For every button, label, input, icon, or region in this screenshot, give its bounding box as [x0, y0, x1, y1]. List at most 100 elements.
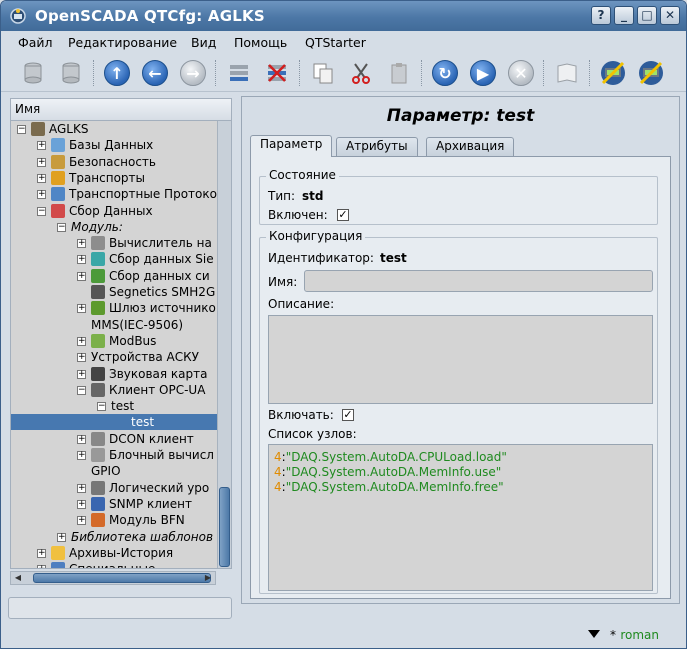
minimize-icon: _	[621, 8, 627, 22]
db-load-button[interactable]	[18, 58, 48, 88]
tree-vertical-scrollbar[interactable]	[217, 121, 231, 568]
nodes-list-field[interactable]: 4:"DAQ.System.AutoDA.CPULoad.load" 4:"DA…	[268, 444, 653, 591]
expand-icon[interactable]: +	[77, 304, 86, 314]
expand-icon[interactable]: +	[77, 271, 86, 281]
tree-item[interactable]: + Библиотека шаблонов	[11, 529, 219, 545]
expand-icon[interactable]: +	[77, 336, 86, 346]
enabled-checkbox[interactable]: ✓	[337, 209, 349, 221]
expand-icon[interactable]: +	[37, 173, 46, 183]
back-button[interactable]: ←	[140, 58, 170, 88]
expand-icon[interactable]: +	[77, 255, 86, 265]
tab-attributes[interactable]: Атрибуты	[336, 137, 418, 156]
delete-item-button[interactable]	[262, 58, 292, 88]
tree-item[interactable]: MMS(IEC-9506)	[11, 317, 219, 333]
menu-qtstarter[interactable]: QTStarter	[305, 35, 366, 50]
tree-item-label: Устройства АСКУ	[91, 350, 199, 365]
tree-item[interactable]: − Клиент OPC-UA	[11, 382, 219, 398]
expand-icon[interactable]: +	[77, 451, 86, 460]
menu-view[interactable]: Вид	[191, 35, 216, 50]
tree-item[interactable]: + Базы Данных	[11, 137, 219, 153]
node-address: "DAQ.System.AutoDA.CPULoad.load"	[285, 450, 507, 464]
add-item-button[interactable]	[224, 58, 254, 88]
tree-item[interactable]: + Транспортные Протоко	[11, 186, 219, 202]
expand-icon[interactable]: +	[77, 516, 86, 526]
about-program-button[interactable]	[598, 58, 628, 88]
name-field[interactable]	[304, 270, 653, 292]
expand-icon[interactable]: +	[57, 532, 66, 542]
minimize-button[interactable]: _	[614, 6, 634, 25]
start-button[interactable]: ▶	[468, 58, 498, 88]
tree-item[interactable]: + Логический уро	[11, 480, 219, 496]
panel-splitter[interactable]	[236, 98, 240, 618]
tree-header[interactable]: Имя	[10, 98, 232, 120]
menu-file[interactable]: Файл	[18, 35, 53, 50]
collapse-icon[interactable]: −	[57, 222, 66, 232]
tree-item[interactable]: + Безопасность	[11, 154, 219, 170]
to-enable-checkbox[interactable]: ✓	[342, 409, 354, 421]
collapse-icon[interactable]: −	[77, 385, 86, 395]
tree-item[interactable]: + ModBus	[11, 333, 219, 349]
tree-item[interactable]: − AGLKS	[11, 121, 219, 137]
scroll-left-icon[interactable]: ◀	[12, 572, 24, 584]
expand-icon[interactable]: +	[77, 239, 86, 249]
tree-item[interactable]: + Блочный вычисл	[11, 447, 219, 463]
close-button[interactable]: ✕	[660, 6, 680, 25]
description-field[interactable]	[268, 315, 653, 404]
navigation-tree[interactable]: − AGLKS + Базы Данных + Безопасность + Транспор…	[10, 120, 232, 569]
tree-item[interactable]: + DCON клиент	[11, 431, 219, 447]
db-save-button[interactable]	[56, 58, 86, 88]
collapse-icon[interactable]: −	[17, 125, 26, 134]
user-name[interactable]: roman	[620, 628, 659, 642]
help-button[interactable]: ?	[591, 6, 611, 25]
tree-horizontal-scroll-thumb[interactable]	[33, 573, 211, 583]
expand-icon[interactable]: +	[77, 483, 86, 493]
expand-icon[interactable]: +	[37, 565, 46, 568]
tree-item[interactable]: + Вычислитель на	[11, 235, 219, 251]
cut-button[interactable]	[346, 58, 376, 88]
tree-item[interactable]: − test	[11, 398, 219, 414]
dropdown-arrow-icon[interactable]	[588, 630, 600, 638]
expand-icon[interactable]: +	[37, 548, 46, 558]
tree-item[interactable]: + Транспорты	[11, 170, 219, 186]
expand-icon[interactable]: +	[37, 141, 46, 151]
expand-icon[interactable]: +	[77, 369, 86, 379]
expand-icon[interactable]: +	[77, 353, 86, 363]
tree-item[interactable]: + Шлюз источнико	[11, 300, 219, 316]
collapse-icon[interactable]: −	[97, 402, 106, 412]
tree-item[interactable]: + Звуковая карта	[11, 366, 219, 382]
tree-item[interactable]: test	[11, 414, 219, 431]
manual-button[interactable]	[552, 58, 582, 88]
expand-icon[interactable]: +	[37, 190, 46, 200]
tree-item[interactable]: − Сбор Данных	[11, 203, 219, 219]
tree-item[interactable]: + Сбор данных си	[11, 268, 219, 284]
tree-item[interactable]: + Модуль BFN	[11, 512, 219, 528]
maximize-button[interactable]: □	[637, 6, 657, 25]
up-button[interactable]: ↑	[102, 58, 132, 88]
tree-vertical-scroll-thumb[interactable]	[219, 487, 230, 567]
expand-icon[interactable]: +	[77, 434, 86, 444]
tree-item[interactable]: Segnetics SMH2G	[11, 284, 219, 300]
expand-icon[interactable]: +	[77, 499, 86, 509]
tree-item[interactable]: GPIO	[11, 463, 219, 479]
tab-archiving[interactable]: Архивация	[426, 137, 515, 156]
tree-item[interactable]: + Устройства АСКУ	[11, 349, 219, 365]
tree-item-label: Транспортные Протоко	[69, 187, 217, 202]
expand-icon[interactable]: +	[37, 157, 46, 167]
tree-item[interactable]: + Специальные	[11, 561, 219, 568]
tree-item[interactable]: + SNMP клиент	[11, 496, 219, 512]
tab-parameter[interactable]: Параметр	[250, 135, 333, 157]
tree-horizontal-scrollbar[interactable]: ◀ ▶	[10, 571, 216, 585]
scroll-right-icon[interactable]: ▶	[202, 572, 214, 584]
menu-edit[interactable]: Редактирование	[68, 35, 177, 50]
stop-button[interactable]: ✕	[506, 58, 536, 88]
copy-button[interactable]	[308, 58, 338, 88]
tree-item[interactable]: + Сбор данных Sie	[11, 251, 219, 267]
collapse-icon[interactable]: −	[37, 206, 46, 216]
forward-button[interactable]: →	[178, 58, 208, 88]
about-qt-button[interactable]	[636, 58, 666, 88]
refresh-button[interactable]: ↻	[430, 58, 460, 88]
paste-button[interactable]	[384, 58, 414, 88]
tree-item[interactable]: − Модуль:	[11, 219, 219, 235]
menu-help[interactable]: Помощь	[234, 35, 287, 50]
tree-item[interactable]: + Архивы-История	[11, 545, 219, 561]
